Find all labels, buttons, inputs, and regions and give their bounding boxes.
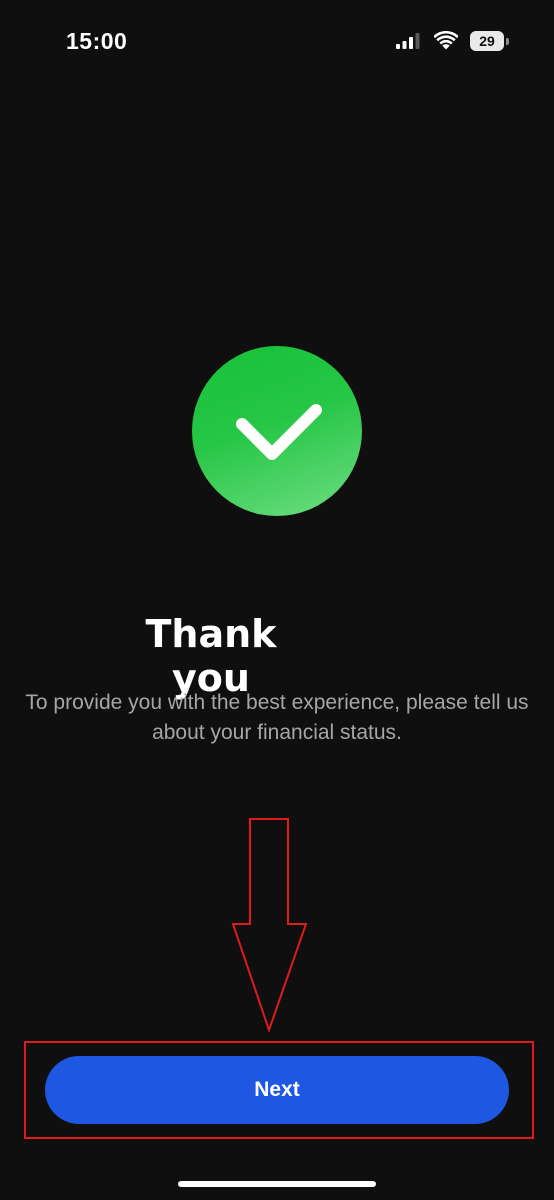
home-indicator[interactable]	[178, 1181, 376, 1187]
success-circle	[192, 346, 362, 516]
next-button[interactable]: Next	[45, 1056, 509, 1124]
battery-cap	[506, 38, 509, 45]
battery-level: 29	[479, 33, 495, 49]
down-arrow-icon	[231, 818, 308, 1032]
status-time: 15:00	[66, 28, 128, 54]
page-title: Thank you	[145, 612, 277, 700]
page-subtitle: To provide you with the best experience,…	[25, 691, 529, 744]
title-container: Thank you	[100, 612, 322, 700]
checkmark-icon	[236, 404, 322, 460]
wifi-icon	[434, 31, 458, 50]
status-bar: 15:00 29	[0, 0, 554, 84]
battery-body: 29	[470, 31, 504, 51]
signal-icon	[396, 33, 420, 49]
battery-icon: 29	[470, 31, 510, 51]
